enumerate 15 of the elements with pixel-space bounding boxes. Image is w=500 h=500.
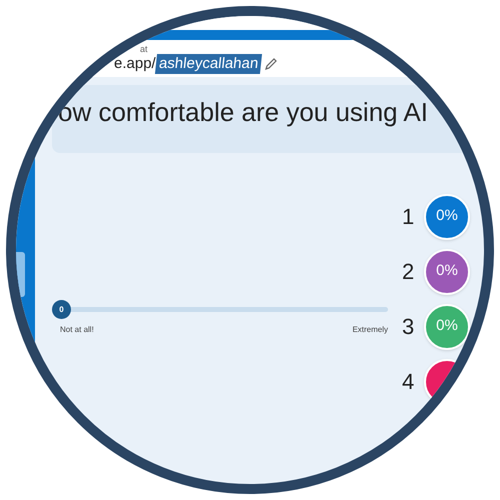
- option-percent: 0%: [424, 194, 470, 240]
- option-number: 4: [402, 368, 416, 396]
- url-prefix: e.app/: [114, 54, 156, 74]
- slider-thumb[interactable]: 0: [52, 300, 71, 319]
- option-percent: 0%: [424, 304, 470, 350]
- max-label: Extremely: [352, 324, 388, 336]
- pencil-icon[interactable]: [264, 57, 278, 71]
- sidebar-tab[interactable]: [16, 252, 25, 297]
- username-link[interactable]: ashleycallahan: [154, 54, 262, 74]
- option-number: 3: [402, 313, 416, 341]
- url-label: at: [139, 44, 149, 54]
- min-label: Not at all!: [60, 324, 94, 336]
- option-number: 2: [402, 258, 416, 286]
- option-percent: 0%: [424, 248, 470, 294]
- option-number: 1: [402, 203, 416, 231]
